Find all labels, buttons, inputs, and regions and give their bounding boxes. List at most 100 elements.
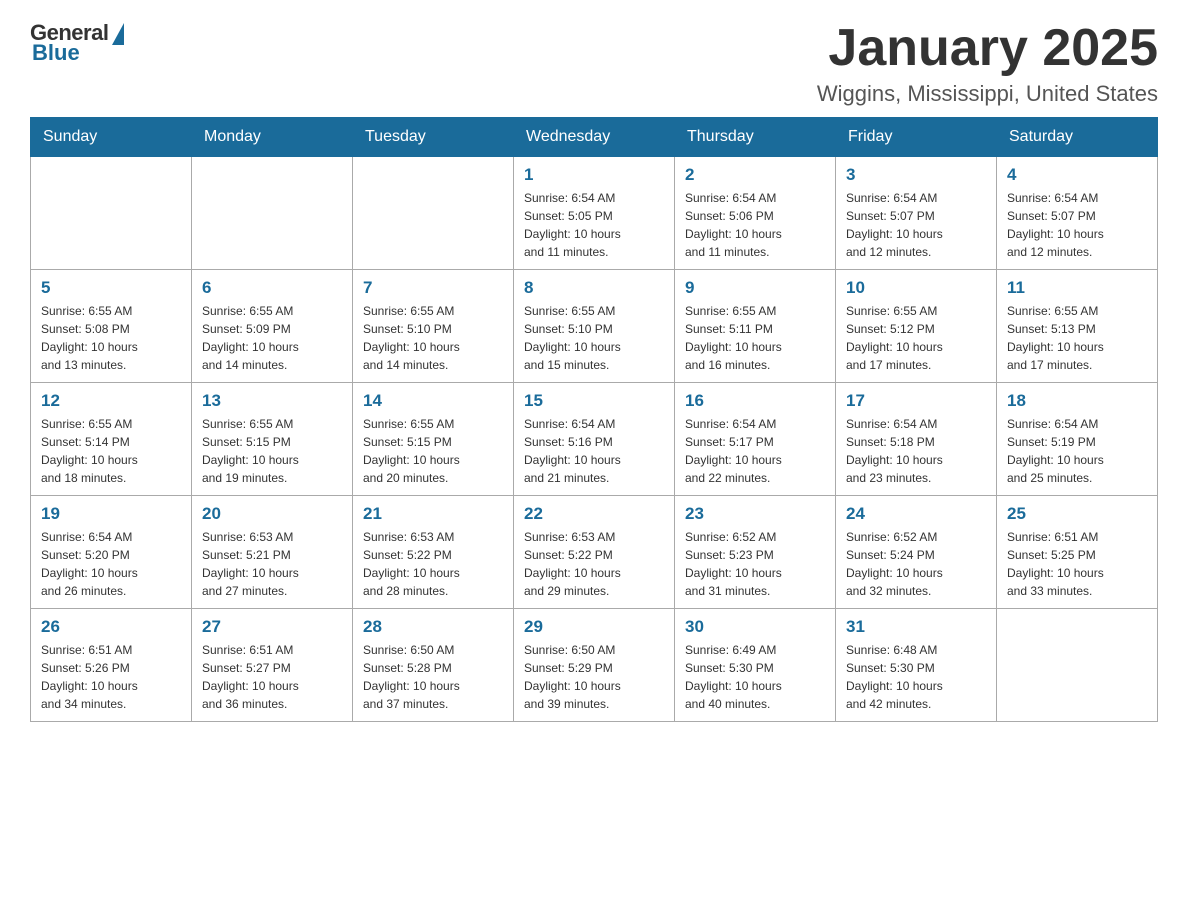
calendar-week-row: 1 Sunrise: 6:54 AMSunset: 5:05 PMDaylight… [31,157,1158,270]
weekday-header-monday: Monday [192,118,353,157]
calendar-day-cell: 13 Sunrise: 6:55 AMSunset: 5:15 PMDayligh… [192,383,353,496]
calendar-day-cell: 30Sunrise: 6:49 AMSunset: 5:30 PMDayligh… [675,609,836,722]
day-info: Sunrise: 6:55 AMSunset: 5:14 PMDaylight:… [41,415,181,487]
day-number: 29 [524,617,664,637]
day-info: Sunrise: 6:55 AMSunset: 5:12 PMDaylight:… [846,302,986,374]
calendar-day-cell: 24 Sunrise: 6:52 AMSunset: 5:24 PMDayligh… [836,496,997,609]
location-title: Wiggins, Mississippi, United States [817,81,1158,107]
day-number: 2 [685,165,825,185]
calendar-day-cell: 16Sunrise: 6:54 AMSunset: 5:17 PMDayligh… [675,383,836,496]
calendar-day-cell: 18Sunrise: 6:54 AMSunset: 5:19 PMDayligh… [997,383,1158,496]
calendar-day-cell: 11 Sunrise: 6:55 AMSunset: 5:13 PMDayligh… [997,270,1158,383]
logo: General Blue [30,20,124,66]
day-number: 5 [41,278,181,298]
month-title: January 2025 [817,20,1158,77]
title-area: January 2025 Wiggins, Mississippi, Unite… [817,20,1158,107]
day-number: 4 [1007,165,1147,185]
day-number: 25 [1007,504,1147,524]
day-number: 14 [363,391,503,411]
day-number: 3 [846,165,986,185]
day-info: Sunrise: 6:55 AMSunset: 5:15 PMDaylight:… [363,415,503,487]
day-info: Sunrise: 6:53 AMSunset: 5:21 PMDaylight:… [202,528,342,600]
logo-blue-text: Blue [30,40,80,66]
calendar-day-cell: 10 Sunrise: 6:55 AMSunset: 5:12 PMDayligh… [836,270,997,383]
calendar-day-cell: 2 Sunrise: 6:54 AMSunset: 5:06 PMDaylight… [675,157,836,270]
calendar-day-cell: 4 Sunrise: 6:54 AMSunset: 5:07 PMDaylight… [997,157,1158,270]
calendar-day-cell: 31 Sunrise: 6:48 AMSunset: 5:30 PMDayligh… [836,609,997,722]
calendar-day-cell: 12 Sunrise: 6:55 AMSunset: 5:14 PMDayligh… [31,383,192,496]
calendar-week-row: 19 Sunrise: 6:54 AMSunset: 5:20 PMDayligh… [31,496,1158,609]
day-number: 13 [202,391,342,411]
calendar-day-cell: 6 Sunrise: 6:55 AMSunset: 5:09 PMDaylight… [192,270,353,383]
day-info: Sunrise: 6:54 AMSunset: 5:16 PMDaylight:… [524,415,664,487]
day-info: Sunrise: 6:55 AMSunset: 5:10 PMDaylight:… [524,302,664,374]
calendar-day-cell: 26Sunrise: 6:51 AMSunset: 5:26 PMDayligh… [31,609,192,722]
calendar-day-cell [353,157,514,270]
calendar-day-cell: 5Sunrise: 6:55 AMSunset: 5:08 PMDaylight… [31,270,192,383]
day-number: 22 [524,504,664,524]
day-info: Sunrise: 6:54 AMSunset: 5:20 PMDaylight:… [41,528,181,600]
calendar-week-row: 5Sunrise: 6:55 AMSunset: 5:08 PMDaylight… [31,270,1158,383]
day-number: 28 [363,617,503,637]
calendar-day-cell: 29 Sunrise: 6:50 AMSunset: 5:29 PMDayligh… [514,609,675,722]
day-number: 24 [846,504,986,524]
day-number: 31 [846,617,986,637]
calendar-day-cell: 19 Sunrise: 6:54 AMSunset: 5:20 PMDayligh… [31,496,192,609]
day-info: Sunrise: 6:54 AMSunset: 5:06 PMDaylight:… [685,189,825,261]
day-info: Sunrise: 6:53 AMSunset: 5:22 PMDaylight:… [363,528,503,600]
calendar-body: 1 Sunrise: 6:54 AMSunset: 5:05 PMDaylight… [31,157,1158,722]
logo-triangle-icon [112,23,124,45]
calendar-day-cell: 15 Sunrise: 6:54 AMSunset: 5:16 PMDayligh… [514,383,675,496]
day-info: Sunrise: 6:51 AMSunset: 5:26 PMDaylight:… [41,641,181,713]
day-info: Sunrise: 6:52 AMSunset: 5:24 PMDaylight:… [846,528,986,600]
calendar-week-row: 26Sunrise: 6:51 AMSunset: 5:26 PMDayligh… [31,609,1158,722]
day-info: Sunrise: 6:55 AMSunset: 5:13 PMDaylight:… [1007,302,1147,374]
calendar-day-cell: 1 Sunrise: 6:54 AMSunset: 5:05 PMDaylight… [514,157,675,270]
calendar-day-cell [997,609,1158,722]
calendar-day-cell [192,157,353,270]
day-number: 19 [41,504,181,524]
day-info: Sunrise: 6:55 AMSunset: 5:11 PMDaylight:… [685,302,825,374]
weekday-header-row: SundayMondayTuesdayWednesdayThursdayFrid… [31,118,1158,157]
calendar-day-cell: 23Sunrise: 6:52 AMSunset: 5:23 PMDayligh… [675,496,836,609]
day-number: 6 [202,278,342,298]
calendar-day-cell: 20 Sunrise: 6:53 AMSunset: 5:21 PMDayligh… [192,496,353,609]
day-info: Sunrise: 6:55 AMSunset: 5:15 PMDaylight:… [202,415,342,487]
day-info: Sunrise: 6:55 AMSunset: 5:10 PMDaylight:… [363,302,503,374]
calendar-day-cell: 14 Sunrise: 6:55 AMSunset: 5:15 PMDayligh… [353,383,514,496]
day-number: 20 [202,504,342,524]
day-info: Sunrise: 6:50 AMSunset: 5:28 PMDaylight:… [363,641,503,713]
weekday-header-wednesday: Wednesday [514,118,675,157]
day-info: Sunrise: 6:54 AMSunset: 5:18 PMDaylight:… [846,415,986,487]
day-info: Sunrise: 6:50 AMSunset: 5:29 PMDaylight:… [524,641,664,713]
day-number: 12 [41,391,181,411]
day-number: 15 [524,391,664,411]
day-info: Sunrise: 6:54 AMSunset: 5:07 PMDaylight:… [1007,189,1147,261]
day-info: Sunrise: 6:55 AMSunset: 5:09 PMDaylight:… [202,302,342,374]
day-number: 1 [524,165,664,185]
calendar-table: SundayMondayTuesdayWednesdayThursdayFrid… [30,117,1158,722]
day-number: 10 [846,278,986,298]
weekday-header-saturday: Saturday [997,118,1158,157]
calendar-week-row: 12 Sunrise: 6:55 AMSunset: 5:14 PMDayligh… [31,383,1158,496]
day-number: 30 [685,617,825,637]
day-number: 9 [685,278,825,298]
calendar-header: SundayMondayTuesdayWednesdayThursdayFrid… [31,118,1158,157]
weekday-header-tuesday: Tuesday [353,118,514,157]
day-number: 11 [1007,278,1147,298]
calendar-day-cell [31,157,192,270]
day-info: Sunrise: 6:52 AMSunset: 5:23 PMDaylight:… [685,528,825,600]
day-info: Sunrise: 6:54 AMSunset: 5:19 PMDaylight:… [1007,415,1147,487]
calendar-day-cell: 8Sunrise: 6:55 AMSunset: 5:10 PMDaylight… [514,270,675,383]
day-info: Sunrise: 6:53 AMSunset: 5:22 PMDaylight:… [524,528,664,600]
day-number: 27 [202,617,342,637]
calendar-day-cell: 22 Sunrise: 6:53 AMSunset: 5:22 PMDayligh… [514,496,675,609]
day-info: Sunrise: 6:48 AMSunset: 5:30 PMDaylight:… [846,641,986,713]
day-info: Sunrise: 6:54 AMSunset: 5:05 PMDaylight:… [524,189,664,261]
day-number: 7 [363,278,503,298]
calendar-day-cell: 3Sunrise: 6:54 AMSunset: 5:07 PMDaylight… [836,157,997,270]
day-info: Sunrise: 6:51 AMSunset: 5:27 PMDaylight:… [202,641,342,713]
day-number: 21 [363,504,503,524]
weekday-header-sunday: Sunday [31,118,192,157]
calendar-day-cell: 28 Sunrise: 6:50 AMSunset: 5:28 PMDayligh… [353,609,514,722]
